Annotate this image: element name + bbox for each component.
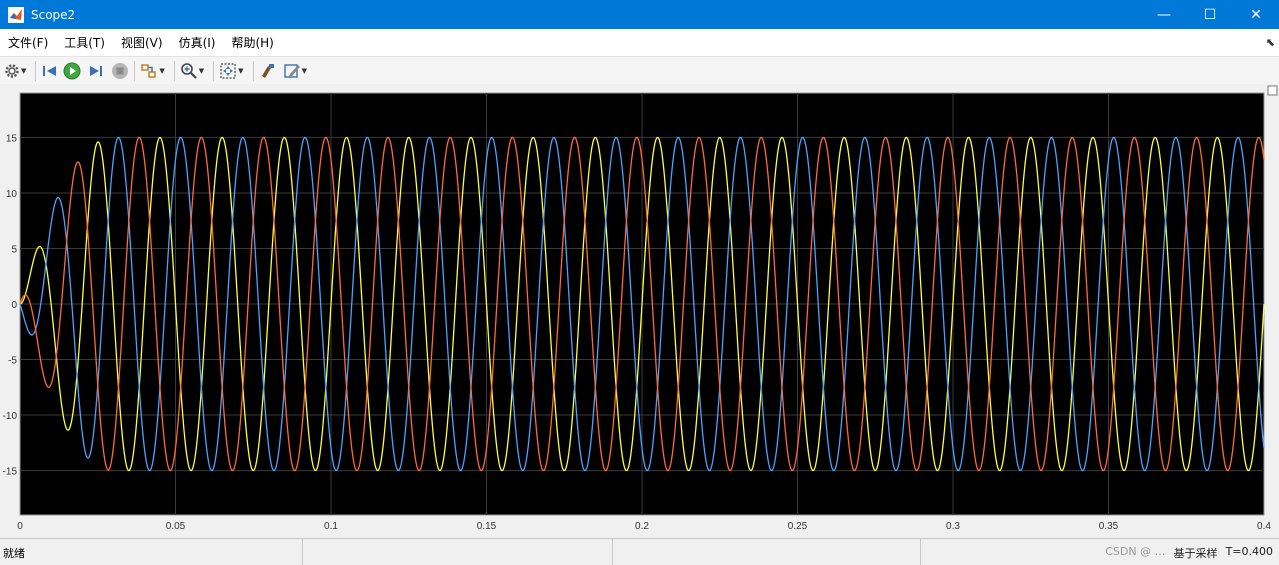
y-tick-label: -5 <box>8 356 17 367</box>
step-back-button[interactable] <box>41 60 59 82</box>
step-forward-button[interactable] <box>87 60 105 82</box>
window-title: Scope2 <box>31 7 76 22</box>
toolbar-separator <box>35 60 37 81</box>
x-tick-label: 0.4 <box>1257 521 1271 532</box>
toolbar-separator <box>134 60 136 81</box>
title-bar: Scope2 — ☐ ✕ <box>0 0 1279 29</box>
signal-select-button[interactable] <box>140 60 158 82</box>
run-icon <box>63 62 81 79</box>
run-button[interactable] <box>63 60 81 82</box>
menu-bar: 文件(F) 工具(T) 视图(V) 仿真(I) 帮助(H) ⬉ <box>0 29 1279 57</box>
fit-view-dropdown-icon[interactable]: ▼ <box>238 67 243 75</box>
edit-button[interactable] <box>283 60 301 82</box>
zoom-dropdown-icon[interactable]: ▼ <box>199 67 204 75</box>
style-button[interactable] <box>259 60 277 82</box>
y-tick-labels: 15 10 5 0 -5 -10 -15 <box>3 133 18 477</box>
menu-help[interactable]: 帮助(H) <box>223 34 281 51</box>
x-tick-label: 0.15 <box>477 521 497 532</box>
menu-file[interactable]: 文件(F) <box>0 34 56 51</box>
x-tick-label: 0.1 <box>324 521 338 532</box>
fit-view-button[interactable] <box>219 60 237 82</box>
edit-dropdown-icon[interactable]: ▼ <box>302 67 307 75</box>
style-icon <box>261 63 274 78</box>
y-tick-label: 5 <box>11 244 17 255</box>
x-tick-label: 0.25 <box>788 521 808 532</box>
toolbar-separator <box>252 60 254 81</box>
settings-button[interactable] <box>4 60 20 82</box>
scope-plot[interactable]: 15 10 5 0 -5 -10 -15 0 0.05 0.1 0.15 0.2 0.25 0.3 0.3… <box>0 84 1279 537</box>
watermark-text: CSDN @ … <box>1105 545 1166 558</box>
x-tick-label: 0.35 <box>1099 521 1119 532</box>
sample-mode: 基于采样 <box>1173 547 1218 560</box>
x-tick-label: 0 <box>17 521 23 532</box>
menu-view[interactable]: 视图(V) <box>113 34 171 51</box>
gear-icon <box>5 63 19 78</box>
settings-dropdown-icon[interactable]: ▼ <box>21 67 26 75</box>
status-separator <box>612 539 613 565</box>
sim-time: T=0.400 <box>1225 545 1273 558</box>
status-separator <box>302 539 303 565</box>
signal-select-dropdown-icon[interactable]: ▼ <box>159 67 164 75</box>
zoom-button[interactable] <box>180 60 198 82</box>
toolbar: ▼ ▼ ▼ ▼ ▼ <box>0 57 1279 85</box>
stop-icon <box>112 62 129 79</box>
x-tick-label: 0.05 <box>166 521 186 532</box>
edit-icon <box>283 63 300 78</box>
minimize-button[interactable]: — <box>1141 0 1187 29</box>
step-back-icon <box>43 65 57 76</box>
y-tick-label: 15 <box>6 133 18 144</box>
toolbar-separator <box>173 60 175 81</box>
fit-view-icon <box>220 62 236 79</box>
y-tick-label: 0 <box>11 300 17 311</box>
status-separator <box>920 539 921 565</box>
window-controls: — ☐ ✕ <box>1141 0 1279 29</box>
x-tick-label: 0.3 <box>946 521 960 532</box>
close-button[interactable]: ✕ <box>1233 0 1279 29</box>
scope-display: 15 10 5 0 -5 -10 -15 0 0.05 0.1 0.15 0.2 0.25 0.3 0.3… <box>0 84 1279 537</box>
x-tick-label: 0.2 <box>635 521 649 532</box>
matlab-logo-icon <box>8 6 24 23</box>
signal-select-icon <box>141 63 157 78</box>
maximize-button[interactable]: ☐ <box>1187 0 1233 29</box>
status-bar: 就绪 CSDN @ … 基于采样 T=0.400 <box>0 538 1279 565</box>
stop-button[interactable] <box>111 60 129 82</box>
y-tick-label: -15 <box>3 467 18 478</box>
zoom-icon <box>180 62 197 79</box>
y-tick-label: 10 <box>6 189 18 200</box>
status-right: CSDN @ … 基于采样 T=0.400 <box>1105 545 1273 561</box>
x-tick-labels: 0 0.05 0.1 0.15 0.2 0.25 0.3 0.35 0.4 <box>17 521 1271 532</box>
y-tick-label: -10 <box>3 411 18 422</box>
toolbar-separator <box>213 60 215 81</box>
menu-simulation[interactable]: 仿真(I) <box>171 34 224 51</box>
step-forward-icon <box>90 65 103 76</box>
expand-axes-button[interactable] <box>1267 85 1278 96</box>
status-ready: 就绪 <box>3 547 25 560</box>
menu-tools[interactable]: 工具(T) <box>56 34 113 51</box>
undock-arrow-icon[interactable]: ⬉ <box>1266 36 1275 49</box>
